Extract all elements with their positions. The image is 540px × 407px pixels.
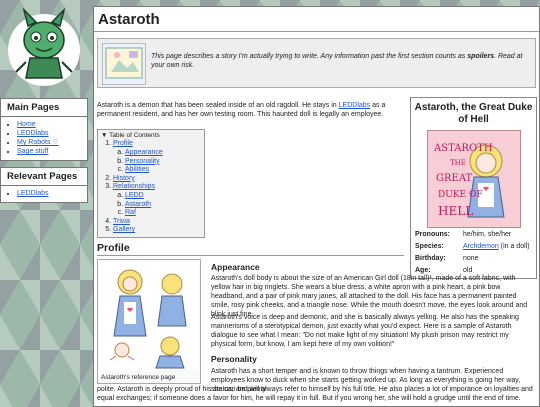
appearance-paragraph-2: Astaroth's voice is deep and demonic, an…: [211, 314, 519, 348]
toc-link-appearance[interactable]: Appearance: [125, 149, 163, 156]
toc-link-profile[interactable]: Profile: [113, 140, 133, 147]
table-of-contents: ▼ Table of Contents Profile Appearance P…: [97, 129, 205, 239]
section-heading-profile: Profile: [97, 242, 404, 256]
toc-link-trivia[interactable]: Trivia: [113, 218, 130, 225]
sidebar-link-home[interactable]: Home: [17, 121, 36, 128]
toc-link-abilities[interactable]: Abilities: [125, 166, 149, 173]
sidebar-main-heading: Main Pages: [1, 99, 87, 117]
subsection-heading-personality: Personality: [211, 354, 257, 364]
portrait-text-line-1: ASTAROTH: [433, 143, 493, 154]
site-logo[interactable]: [6, 6, 82, 88]
reference-image-frame: Astaroth's reference page: [97, 259, 201, 384]
portrait-text-line-3: GREAT: [436, 173, 472, 184]
toc-link-personality[interactable]: Personality: [125, 158, 160, 165]
notice-image-icon: [102, 43, 146, 85]
portrait-text-line-2: THE: [450, 159, 466, 167]
infobox-title: Astaroth, the Great Duke of Hell: [414, 102, 533, 125]
intro-link-leddlabs[interactable]: LEDDlabs: [339, 102, 371, 109]
sidebar-relevant-list: LEDDlabs: [1, 189, 87, 198]
reference-image-caption: Astaroth's reference page: [101, 374, 176, 381]
sidebar-link-my-robots[interactable]: My Robots ♡: [17, 139, 59, 146]
toc-link-ledd[interactable]: LEDD: [125, 192, 144, 199]
toc-link-gallery[interactable]: Gallery: [113, 226, 135, 233]
sidebar-relevant-heading: Relevant Pages: [1, 168, 87, 186]
notice-spoilers-word: spoilers: [467, 53, 495, 60]
sidebar-main-pages: Main Pages Home LEDDlabs My Robots ♡ Sag…: [0, 98, 88, 161]
reference-sheet-image[interactable]: [100, 262, 198, 370]
toc-link-history[interactable]: History: [113, 175, 135, 182]
sidebar-link-leddlabs[interactable]: LEDDlabs: [17, 130, 49, 137]
portrait-text-line-5: HELL: [438, 204, 473, 218]
toc-link-astaroth[interactable]: Astaroth: [125, 201, 151, 208]
toc-link-relationships[interactable]: Relationships: [113, 183, 155, 190]
character-infobox: Astaroth, the Great Duke of Hell ASTAROT…: [410, 97, 537, 279]
toc-toggle[interactable]: ▼ Table of Contents: [98, 132, 204, 139]
sidebar-link-relevant-leddlabs[interactable]: LEDDlabs: [17, 190, 49, 197]
portrait-text-line-4: DUKE OF: [438, 190, 483, 200]
page-title: Astaroth: [94, 7, 539, 32]
sidebar-link-sage-stuff[interactable]: Sage stuff: [17, 148, 48, 155]
infobox-link-archdemon[interactable]: Archdemon: [463, 243, 499, 250]
sidebar-main-list: Home LEDDlabs My Robots ♡ Sage stuff: [1, 120, 87, 156]
main-content: Astaroth This page describes a story I'm…: [93, 6, 540, 407]
spoiler-notice: This page describes a story I'm actually…: [97, 38, 536, 88]
sidebar-relevant-pages: Relevant Pages LEDDlabs: [0, 167, 88, 203]
notice-text: This page describes a story I'm actually…: [151, 53, 523, 69]
personality-paragraph-1b: polite. Astaroth is deeply proud of his …: [97, 386, 533, 402]
toc-link-raf[interactable]: Raf: [125, 209, 136, 216]
intro-paragraph: Astaroth is a demon that has been sealed…: [97, 102, 386, 118]
character-portrait[interactable]: ASTAROTH THE GREAT DUKE OF HELL: [426, 130, 521, 228]
subsection-heading-appearance: Appearance: [211, 262, 260, 272]
